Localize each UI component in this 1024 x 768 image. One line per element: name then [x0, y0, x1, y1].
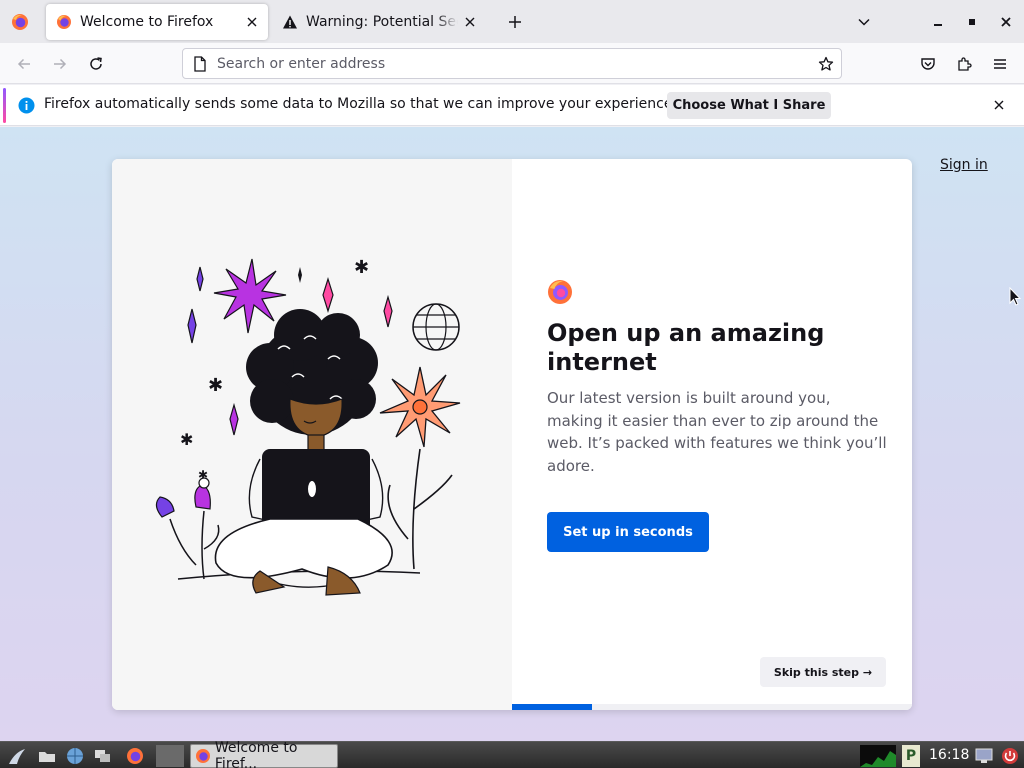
- os-taskbar: Welcome to Firef... P 16:18: [0, 740, 1024, 768]
- cpu-graph-icon: [860, 751, 896, 767]
- p-icon: P: [905, 748, 917, 764]
- notification-bar: Firefox automatically sends some data to…: [0, 85, 1024, 126]
- new-tab-button[interactable]: [502, 9, 528, 35]
- start-menu-button[interactable]: [6, 745, 28, 767]
- close-notification-button[interactable]: [988, 94, 1010, 116]
- monitor-icon: [975, 748, 993, 763]
- forward-button[interactable]: [46, 50, 74, 78]
- extensions-icon: [958, 57, 972, 71]
- close-tab-button[interactable]: [458, 10, 482, 34]
- page-subtitle: Our latest version is built around you, …: [547, 389, 887, 475]
- choose-what-i-share-label: Choose What I Share: [672, 98, 826, 113]
- list-all-tabs-button[interactable]: [851, 9, 877, 35]
- bookmark-star-button[interactable]: [811, 49, 841, 78]
- taskbar-window-firefox[interactable]: Welcome to Firef...: [190, 740, 338, 768]
- maximize-icon: [969, 19, 975, 25]
- close-window-button[interactable]: [993, 9, 1019, 35]
- tab-strip: Welcome to Firefox Warning: Potential Se…: [0, 0, 1024, 43]
- back-arrow-icon: [17, 58, 30, 70]
- file-manager-launcher[interactable]: [92, 745, 114, 767]
- svg-text:✱: ✱: [208, 375, 223, 396]
- skip-step-label: Skip this step →: [773, 665, 873, 679]
- browser-launcher[interactable]: [64, 745, 86, 767]
- address-bar[interactable]: [182, 48, 842, 79]
- clipboard-indicator[interactable]: P: [902, 745, 920, 767]
- chevron-down-icon: [858, 18, 870, 26]
- minimize-button[interactable]: [925, 9, 951, 35]
- tab-warning[interactable]: Warning: Potential Security Risk Ahead: [272, 4, 486, 40]
- url-input[interactable]: [217, 55, 811, 72]
- pocket-icon: [921, 58, 935, 70]
- back-button[interactable]: [10, 50, 38, 78]
- notification-message: Firefox automatically sends some data to…: [44, 96, 677, 112]
- firefox-logo-icon: [548, 280, 572, 304]
- close-icon: [465, 17, 475, 27]
- cursor-icon: [1009, 287, 1021, 306]
- plus-icon: [509, 16, 521, 28]
- tab-welcome[interactable]: Welcome to Firefox: [46, 4, 268, 40]
- globe-icon: [67, 748, 83, 764]
- content-panel: Open up an amazing internet Our latest v…: [547, 159, 892, 710]
- svg-text:✱: ✱: [180, 430, 193, 449]
- cpu-monitor: [860, 745, 896, 767]
- skip-step-button[interactable]: Skip this step →: [760, 657, 886, 687]
- clock: 16:18: [929, 747, 970, 763]
- firefox-view-button[interactable]: [0, 0, 40, 43]
- close-icon: [1001, 17, 1011, 27]
- firefox-launcher[interactable]: [124, 745, 146, 767]
- illustration-panel: ✱ ✱ ✱ ✱: [112, 159, 512, 710]
- reload-button[interactable]: [82, 50, 110, 78]
- network-indicator[interactable]: [973, 745, 995, 767]
- choose-what-i-share-button[interactable]: Choose What I Share: [667, 92, 831, 119]
- app-menu-button[interactable]: [986, 50, 1014, 78]
- progress-track: [512, 704, 912, 710]
- person-with-laptop-illustration: ✱ ✱ ✱ ✱: [155, 257, 461, 596]
- set-up-button-label: Set up in seconds: [563, 524, 693, 540]
- firefox-icon: [56, 14, 72, 30]
- reload-icon: [90, 57, 102, 70]
- power-icon: [1002, 748, 1018, 764]
- close-icon: [994, 100, 1004, 110]
- notification-accent: [3, 88, 6, 123]
- onboarding-card: ✱ ✱ ✱ ✱ Open up an amazing internet Our …: [112, 159, 912, 710]
- maximize-button[interactable]: [959, 9, 985, 35]
- firefox-icon: [194, 746, 213, 766]
- sign-in-link[interactable]: Sign in: [940, 157, 988, 173]
- warning-icon: [282, 14, 298, 30]
- progress-fill: [512, 704, 592, 710]
- minimize-icon: [934, 24, 942, 26]
- taskbar-window-label: Welcome to Firef...: [214, 740, 298, 768]
- tab-title: Warning: Potential Security Risk Ahead: [306, 14, 458, 30]
- page-title: Open up an amazing internet: [547, 319, 825, 376]
- close-tab-button[interactable]: [240, 10, 264, 34]
- pocket-button[interactable]: [914, 50, 942, 78]
- hamburger-menu-icon: [994, 59, 1006, 69]
- firefox-icon: [12, 13, 28, 30]
- info-icon: [18, 97, 35, 114]
- extensions-button[interactable]: [950, 50, 978, 78]
- nav-bar: [0, 43, 1024, 84]
- set-up-button[interactable]: Set up in seconds: [547, 512, 709, 552]
- firefox-icon: [127, 748, 143, 764]
- star-icon: [818, 56, 834, 71]
- tab-title: Welcome to Firefox: [80, 14, 214, 30]
- show-desktop-button[interactable]: [36, 745, 58, 767]
- folder-icon: [39, 752, 55, 762]
- svg-text:✱: ✱: [354, 257, 369, 278]
- page-content: Sign in ✱ ✱ ✱ ✱ Open up an amazing inter…: [0, 127, 1024, 741]
- page-icon: [183, 49, 217, 78]
- windows-icon: [95, 750, 110, 762]
- forward-arrow-icon: [54, 58, 67, 70]
- close-icon: [247, 17, 257, 27]
- start-menu-icon: [9, 749, 25, 764]
- power-button[interactable]: [999, 745, 1021, 767]
- workspace-switcher[interactable]: [156, 745, 184, 767]
